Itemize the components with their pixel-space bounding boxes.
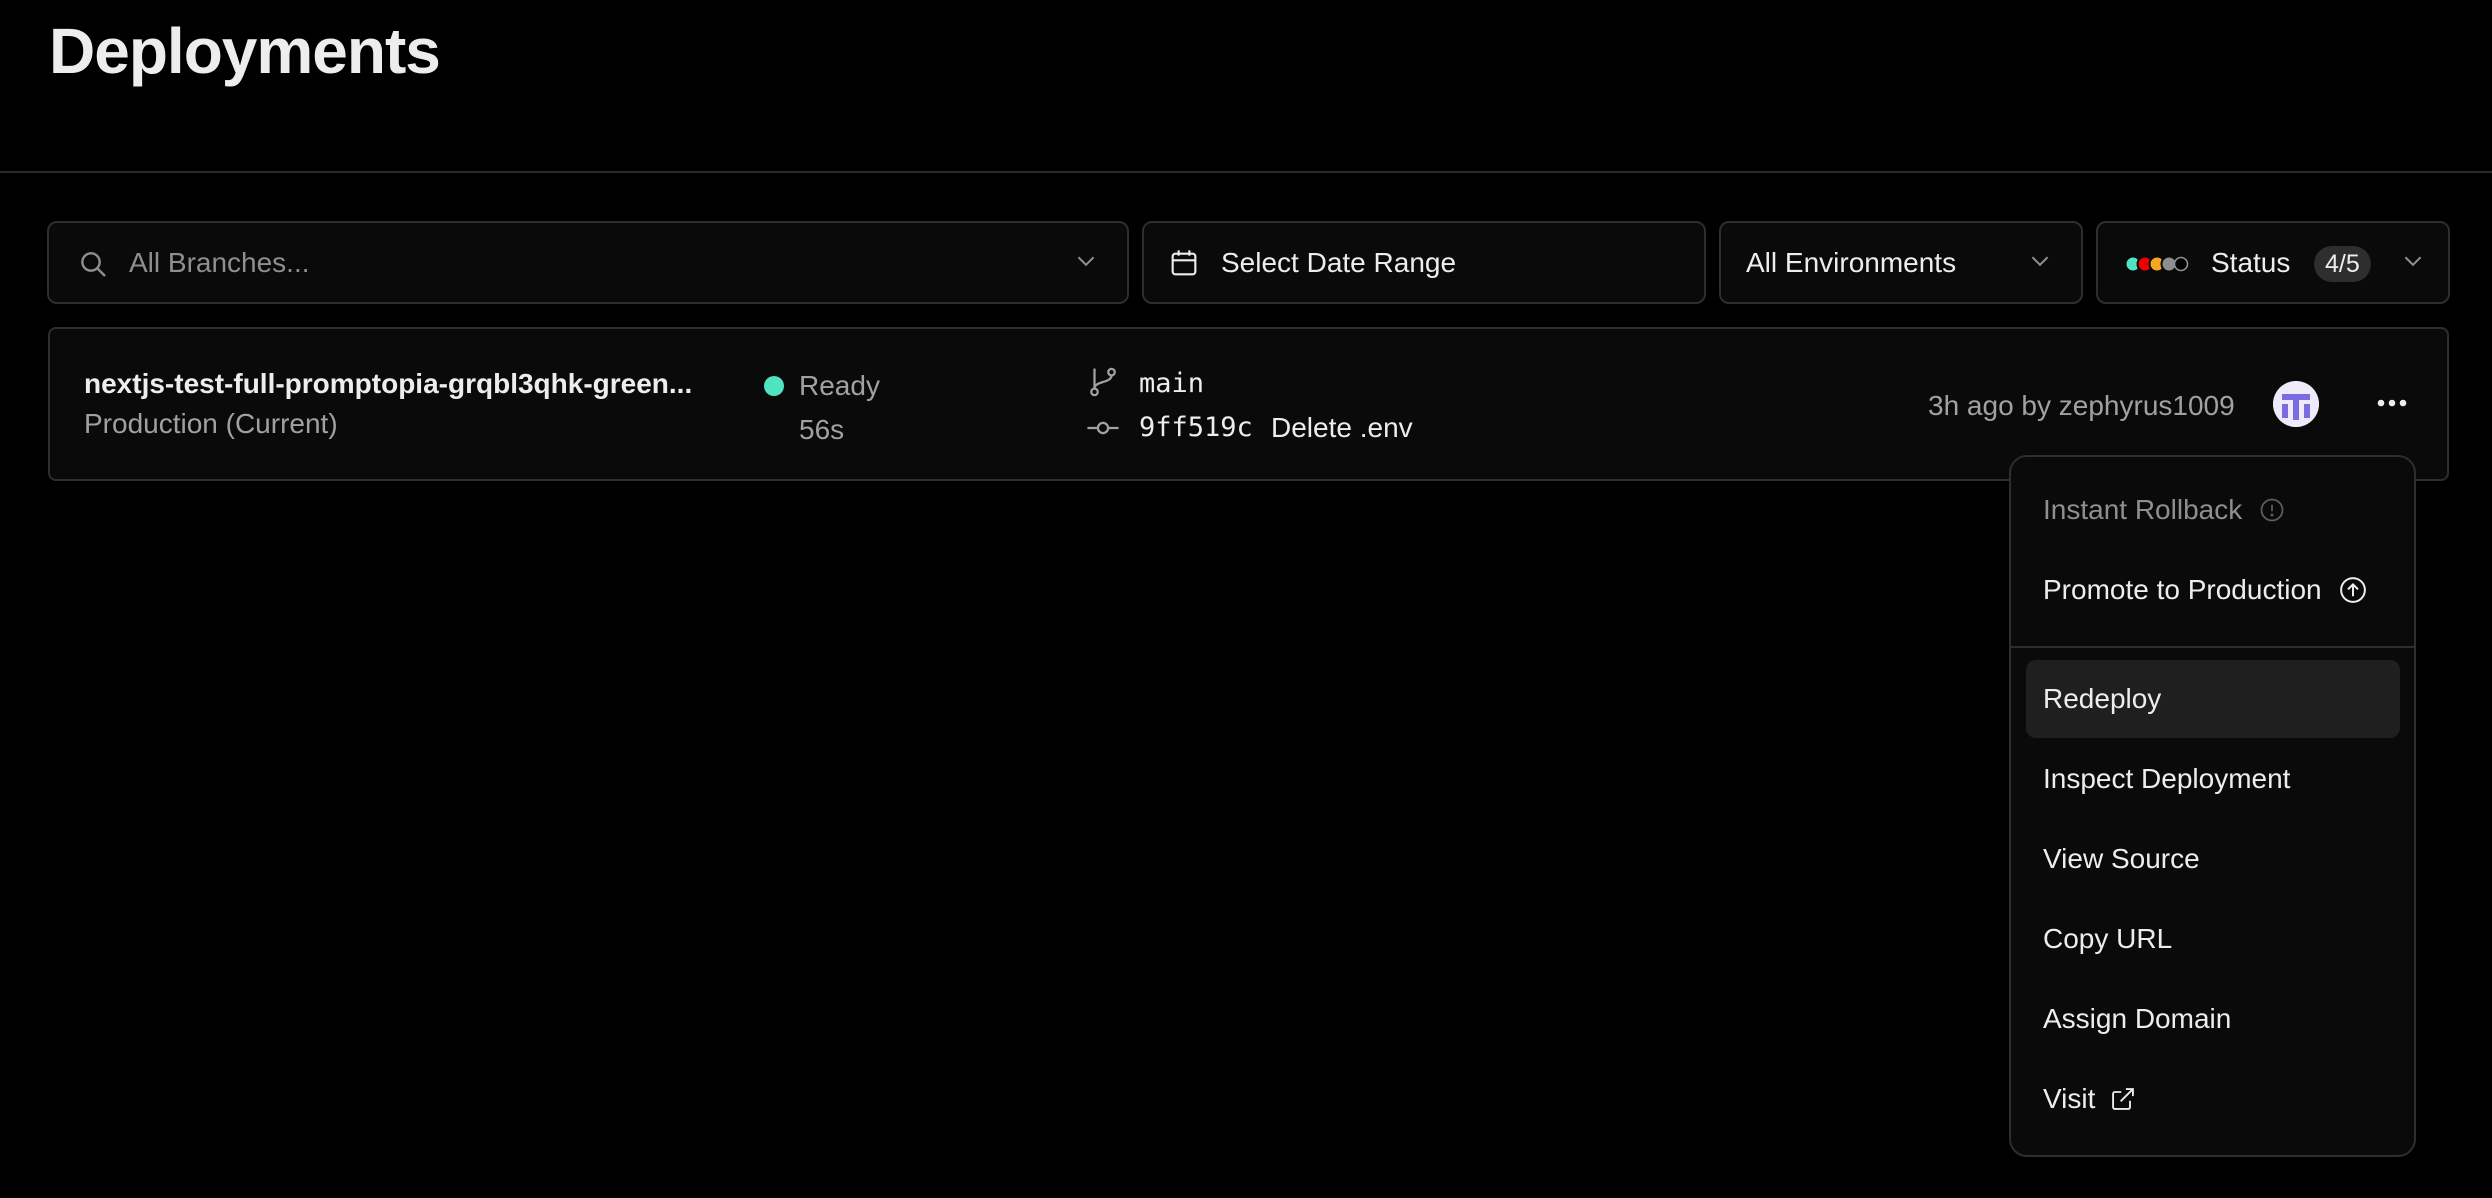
deployments-page: Deployments All Branches... Select Date … — [0, 0, 2492, 1198]
menu-item-label: Assign Domain — [2043, 1003, 2232, 1034]
menu-item-redeploy[interactable]: Redeploy — [2026, 660, 2400, 738]
status-filter-label: Status — [2211, 246, 2291, 278]
deployment-actions-menu: Instant Rollback Promote to Production R… — [2009, 455, 2416, 1157]
menu-item-label: Promote to Production — [2043, 574, 2322, 605]
menu-item-label: View Source — [2043, 843, 2200, 874]
deployment-environment: Production (Current) — [84, 408, 338, 439]
chevron-down-icon — [2400, 247, 2426, 278]
date-range-label: Select Date Range — [1221, 246, 1457, 278]
page-title: Deployments — [49, 15, 441, 87]
git-commit-icon — [1086, 411, 1120, 450]
menu-item-visit[interactable]: Visit — [2026, 1060, 2400, 1138]
status-count-badge: 4/5 — [2314, 246, 2371, 282]
menu-item-copy-url[interactable]: Copy URL — [2026, 900, 2400, 978]
environment-filter[interactable]: All Environments — [1719, 221, 2083, 304]
menu-item-label: Redeploy — [2043, 683, 2162, 714]
status-dots-icon — [2124, 255, 2192, 278]
search-icon — [77, 248, 109, 285]
branch-filter[interactable]: All Branches... — [47, 221, 1129, 304]
commit-hash[interactable]: 9ff519c — [1139, 412, 1253, 443]
menu-item-label: Inspect Deployment — [2043, 763, 2291, 794]
deployment-name[interactable]: nextjs-test-full-promptopia-grqbl3qhk-gr… — [84, 368, 734, 400]
branch-filter-placeholder: All Branches... — [129, 246, 310, 278]
environment-filter-label: All Environments — [1746, 246, 1957, 278]
arrow-up-circle-icon — [2338, 575, 2368, 605]
header-divider — [0, 171, 2492, 173]
external-link-icon — [2109, 1085, 2137, 1113]
menu-item-label: Visit — [2043, 1083, 2096, 1114]
status-dot — [764, 376, 784, 396]
menu-item-assign-domain[interactable]: Assign Domain — [2026, 980, 2400, 1058]
calendar-icon — [1168, 247, 1200, 284]
avatar[interactable] — [2273, 381, 2319, 427]
more-options-button[interactable] — [2362, 379, 2422, 429]
menu-item-inspect-deployment[interactable]: Inspect Deployment — [2026, 740, 2400, 818]
status-filter[interactable]: Status 4/5 — [2096, 221, 2450, 304]
chevron-down-icon — [2027, 247, 2053, 278]
date-range-filter[interactable]: Select Date Range — [1142, 221, 1706, 304]
deployment-duration: 56s — [799, 414, 845, 445]
info-icon — [2258, 496, 2286, 524]
commit-message[interactable]: Delete .env — [1271, 412, 1413, 444]
deployment-status: Ready — [799, 370, 880, 401]
menu-item-label: Copy URL — [2043, 923, 2173, 954]
menu-item-view-source[interactable]: View Source — [2026, 820, 2400, 898]
menu-divider — [2011, 646, 2414, 648]
menu-item-label: Instant Rollback — [2043, 494, 2243, 525]
menu-item-promote-to-production[interactable]: Promote to Production — [2026, 551, 2400, 629]
more-horizontal-icon — [2376, 395, 2408, 413]
chevron-down-icon — [1073, 247, 1099, 278]
deployment-meta: 3h ago by zephyrus1009 — [1928, 390, 2235, 421]
branch-name[interactable]: main — [1139, 368, 1204, 399]
git-branch-icon — [1086, 365, 1120, 404]
menu-item-instant-rollback[interactable]: Instant Rollback — [2026, 471, 2400, 549]
